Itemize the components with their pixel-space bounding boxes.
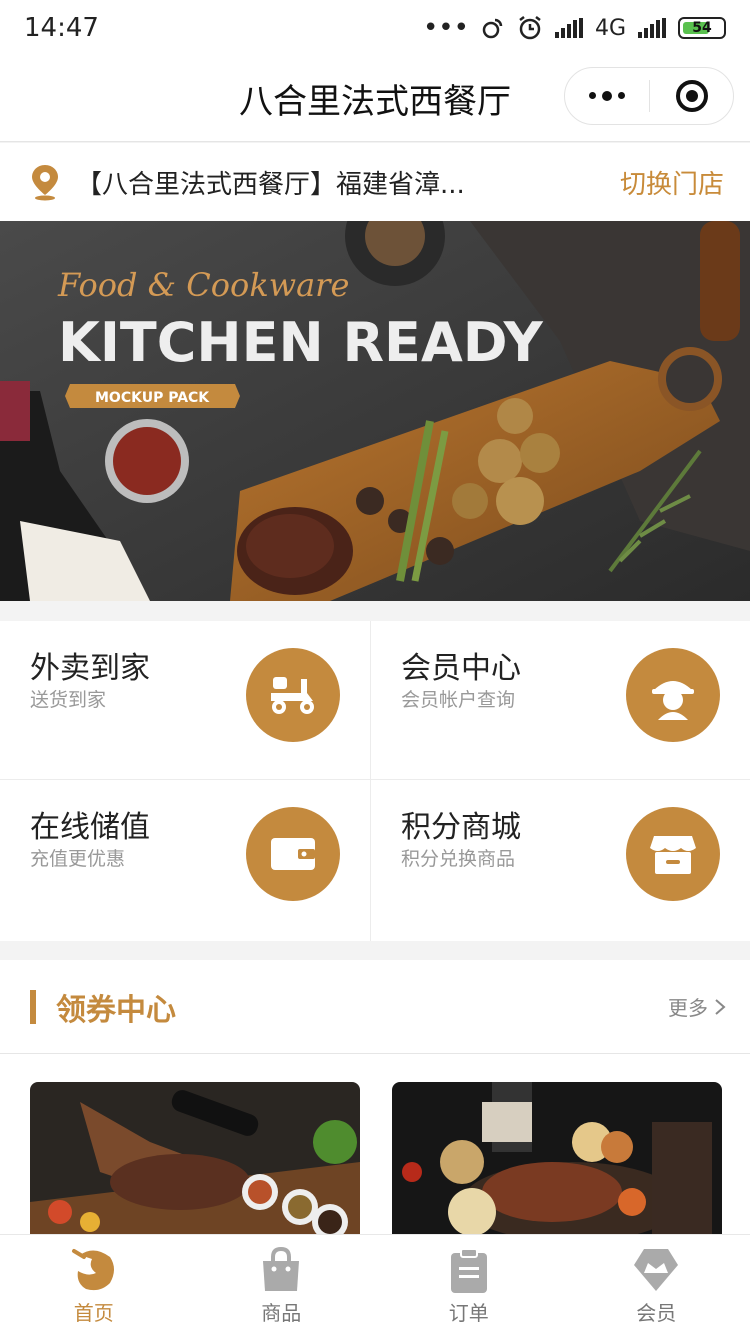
scooter-icon [246,648,340,742]
signal-icon-2 [638,18,666,38]
tab-member[interactable]: 会员 [563,1235,750,1334]
banner-tag: MOCKUP PACK [95,390,210,406]
bag-icon [263,1247,300,1291]
signal-icon [554,18,583,38]
service-subtitle: 会员帐户查询 [401,689,516,711]
tab-label: 商品 [261,1301,302,1325]
mini-program-home: 14:47 ••• 4G 54 八合里法式西餐厅 【八合里法式西餐厅】福建省漳.… [0,0,750,1334]
store-name: 【八合里法式西餐厅】福建省漳... [76,169,465,200]
service-title: 积分商城 [401,810,521,845]
tab-bar: 首页 商品 订单 会员 [0,1234,750,1334]
dot [618,91,625,99]
service-title: 外卖到家 [30,651,150,686]
alarm-icon [519,16,541,40]
coupon-cards [30,1082,722,1242]
chevron-right-icon [715,998,726,1015]
capsule-menu [564,67,734,125]
clipboard-icon [450,1248,487,1293]
member-icon [626,648,720,742]
status-time: 14:47 [24,13,99,43]
coupon-card[interactable] [392,1082,722,1242]
tab-label: 订单 [448,1301,489,1325]
service-title: 会员中心 [401,651,521,686]
section-title: 领券中心 [56,992,176,1028]
close-miniprogram-button[interactable] [650,80,733,112]
battery-icon: 54 [678,17,726,39]
promo-banner[interactable]: Food & Cookware KITCHEN READY MOCKUP PAC… [0,221,750,601]
banner-text-line1: Food & Cookware [57,266,349,304]
section-header: 领券中心 更多 [0,960,750,1054]
home-icon [71,1249,114,1291]
location-pin-icon [32,165,58,201]
wallet-icon [246,807,340,901]
service-grid: 外卖到家 送货到家 会员中心 会员帐户查询 在线储值 充值更优惠 积分商城 积分… [0,621,750,941]
tab-label: 会员 [636,1301,677,1325]
target-icon [675,80,708,112]
tab-products[interactable]: 商品 [188,1235,376,1334]
tab-label: 首页 [73,1301,114,1325]
banner-image: Food & Cookware KITCHEN READY MOCKUP PAC… [0,221,750,601]
tab-home[interactable]: 首页 [0,1235,188,1334]
battery-level: 54 [692,20,712,36]
tab-orders[interactable]: 订单 [375,1235,563,1334]
network-type: 4G [594,15,626,41]
service-member-center[interactable]: 会员中心 会员帐户查询 [371,621,750,779]
service-subtitle: 送货到家 [30,689,107,711]
switch-store-button[interactable]: 切换门店 [620,164,724,201]
service-title: 在线储值 [30,810,150,845]
more-notifications-icon: ••• [422,13,469,43]
more-label: 更多 [668,996,708,1020]
food-image [392,1082,722,1242]
service-delivery[interactable]: 外卖到家 送货到家 [0,621,370,779]
service-stored-value[interactable]: 在线储值 充值更优惠 [0,780,370,941]
service-subtitle: 积分兑换商品 [401,848,516,870]
coupon-card[interactable] [30,1082,360,1242]
service-points-mall[interactable]: 积分商城 积分兑换商品 [371,780,750,941]
crown-icon [634,1249,679,1291]
more-menu-button[interactable] [565,90,649,101]
nav-bar: 八合里法式西餐厅 [0,56,750,142]
status-bar: 14:47 ••• 4G 54 [0,0,750,56]
link-icon [482,18,503,39]
store-icon [626,807,720,901]
dot [589,91,596,99]
service-subtitle: 充值更优惠 [30,848,126,870]
more-link[interactable]: 更多 [668,992,726,1021]
status-icons: ••• 4G 54 [423,15,726,41]
store-selector: 【八合里法式西餐厅】福建省漳... 切换门店 [0,143,750,221]
food-image [30,1082,360,1242]
banner-text-line2: KITCHEN READY [58,311,544,374]
section-accent-bar [30,989,36,1024]
dot [602,90,612,101]
